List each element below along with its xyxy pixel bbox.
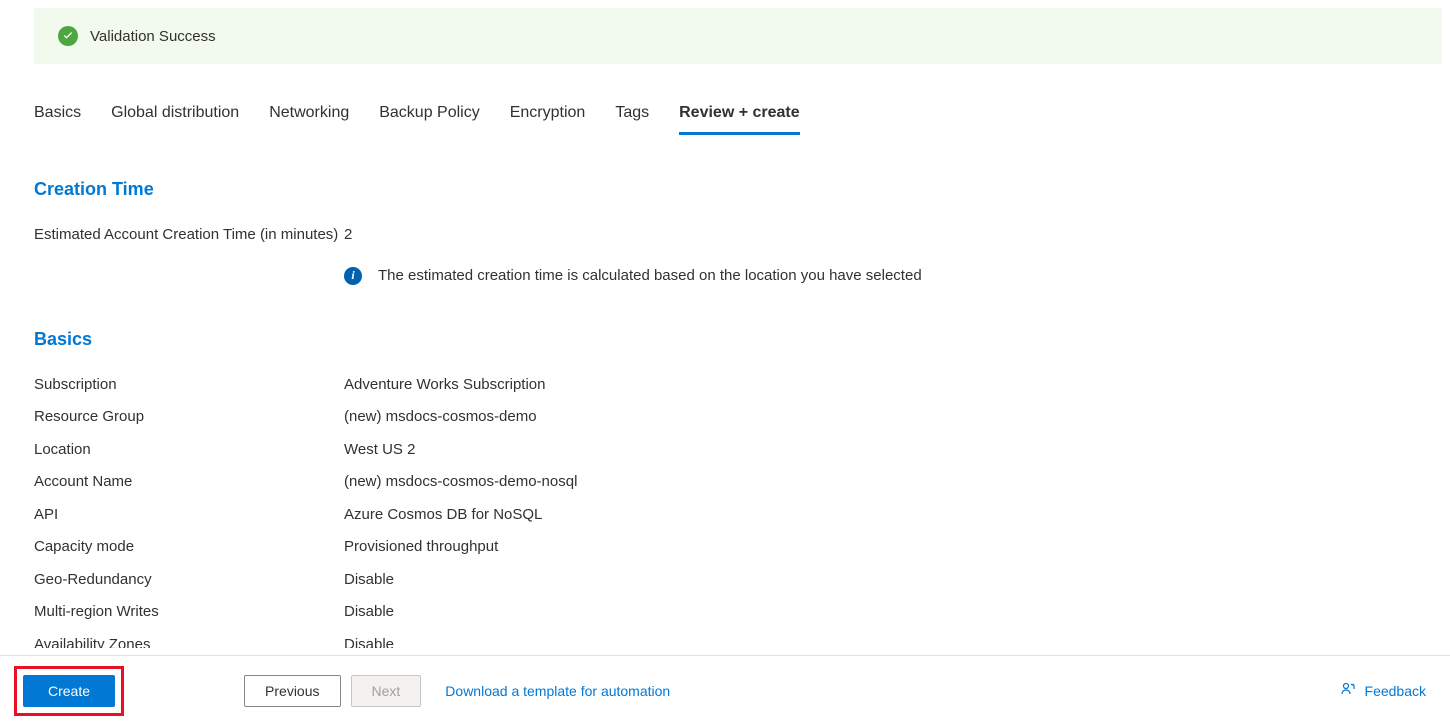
- tab-global-distribution[interactable]: Global distribution: [111, 104, 239, 135]
- summary-value: (new) msdocs-cosmos-demo: [344, 406, 537, 429]
- summary-value: Disable: [344, 634, 394, 649]
- section-heading-creation-time: Creation Time: [34, 179, 1416, 200]
- next-button: Next: [351, 675, 422, 707]
- summary-label: Multi-region Writes: [34, 601, 344, 624]
- summary-label: Resource Group: [34, 406, 344, 429]
- validation-text: Validation Success: [90, 28, 216, 45]
- validation-banner: Validation Success: [34, 8, 1442, 64]
- summary-row: LocationWest US 2: [34, 439, 1416, 462]
- summary-row: Availability ZonesDisable: [34, 634, 1416, 649]
- feedback-link[interactable]: Feedback: [1341, 681, 1426, 700]
- create-highlight: Create: [14, 666, 124, 716]
- summary-label: Geo-Redundancy: [34, 569, 344, 592]
- success-check-icon: [58, 26, 78, 46]
- info-text: The estimated creation time is calculate…: [378, 267, 922, 284]
- estimate-label: Estimated Account Creation Time (in minu…: [34, 224, 344, 247]
- summary-row: APIAzure Cosmos DB for NoSQL: [34, 504, 1416, 527]
- section-creation-time: Creation Time Estimated Account Creation…: [0, 179, 1450, 285]
- summary-label: Subscription: [34, 374, 344, 397]
- summary-value: Adventure Works Subscription: [344, 374, 545, 397]
- summary-label: Account Name: [34, 471, 344, 494]
- tab-tags[interactable]: Tags: [615, 104, 649, 135]
- summary-row: Geo-RedundancyDisable: [34, 569, 1416, 592]
- tab-basics[interactable]: Basics: [34, 104, 81, 135]
- summary-row: Multi-region WritesDisable: [34, 601, 1416, 624]
- tab-networking[interactable]: Networking: [269, 104, 349, 135]
- summary-label: Location: [34, 439, 344, 462]
- summary-row: Capacity modeProvisioned throughput: [34, 536, 1416, 559]
- summary-label: Capacity mode: [34, 536, 344, 559]
- tab-backup-policy[interactable]: Backup Policy: [379, 104, 480, 135]
- summary-row: Resource Group(new) msdocs-cosmos-demo: [34, 406, 1416, 429]
- estimate-value: 2: [344, 224, 352, 247]
- feedback-icon: [1341, 681, 1357, 700]
- summary-value: West US 2: [344, 439, 415, 462]
- summary-label: API: [34, 504, 344, 527]
- summary-value: Provisioned throughput: [344, 536, 498, 559]
- previous-button[interactable]: Previous: [244, 675, 340, 707]
- wizard-tabs: Basics Global distribution Networking Backu…: [0, 104, 1450, 135]
- summary-value: Azure Cosmos DB for NoSQL: [344, 504, 542, 527]
- section-heading-basics: Basics: [34, 329, 1416, 350]
- section-basics: Basics SubscriptionAdventure Works Subsc…: [0, 329, 1450, 649]
- summary-value: Disable: [344, 601, 394, 624]
- feedback-label: Feedback: [1365, 683, 1426, 699]
- tab-review-create[interactable]: Review + create: [679, 104, 800, 135]
- tab-encryption[interactable]: Encryption: [510, 104, 586, 135]
- wizard-footer: Create Previous Next Download a template…: [0, 655, 1450, 725]
- summary-value: (new) msdocs-cosmos-demo-nosql: [344, 471, 577, 494]
- download-template-link[interactable]: Download a template for automation: [445, 683, 670, 699]
- create-button[interactable]: Create: [23, 675, 115, 707]
- summary-label: Availability Zones: [34, 634, 344, 649]
- summary-row: SubscriptionAdventure Works Subscription: [34, 374, 1416, 397]
- summary-value: Disable: [344, 569, 394, 592]
- info-icon: i: [344, 267, 362, 285]
- summary-row: Account Name(new) msdocs-cosmos-demo-nos…: [34, 471, 1416, 494]
